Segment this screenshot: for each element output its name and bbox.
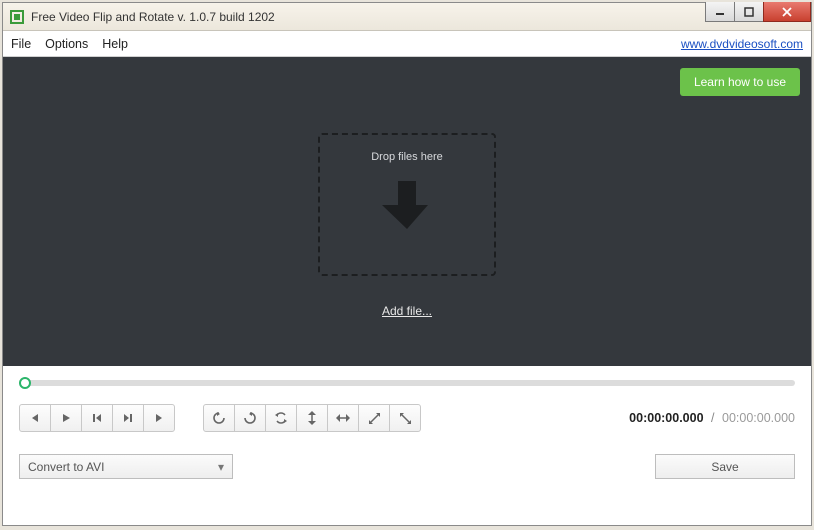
maximize-button[interactable] [734, 2, 764, 22]
time-separator: / [711, 411, 714, 425]
window-title: Free Video Flip and Rotate v. 1.0.7 buil… [31, 10, 275, 24]
seek-thumb[interactable] [19, 377, 31, 389]
bottom-row: Convert to AVI ▾ Save [3, 432, 811, 493]
time-total: 00:00:00.000 [722, 411, 795, 425]
seek-bar[interactable] [3, 366, 811, 386]
app-icon [9, 9, 25, 25]
time-current: 00:00:00.000 [629, 411, 703, 425]
window-buttons [706, 2, 811, 22]
drop-zone[interactable]: Drop files here [318, 133, 496, 276]
app-window: Free Video Flip and Rotate v. 1.0.7 buil… [2, 2, 812, 526]
website-link[interactable]: www.dvdvideosoft.com [681, 37, 803, 51]
rotate-cw-button[interactable] [234, 404, 266, 432]
next-frame-button[interactable] [112, 404, 144, 432]
titlebar: Free Video Flip and Rotate v. 1.0.7 buil… [3, 3, 811, 31]
prev-frame-button[interactable] [81, 404, 113, 432]
transform-group [203, 404, 421, 432]
chevron-down-icon: ▾ [218, 460, 224, 474]
format-select[interactable]: Convert to AVI ▾ [19, 454, 233, 479]
playback-group [19, 404, 175, 432]
video-canvas: Learn how to use Drop files here Add fil… [3, 57, 811, 366]
menu-file[interactable]: File [11, 37, 31, 51]
format-selected-label: Convert to AVI [28, 460, 104, 474]
seek-track[interactable] [19, 380, 795, 386]
save-button[interactable]: Save [655, 454, 795, 479]
menu-options[interactable]: Options [45, 37, 88, 51]
down-arrow-icon [382, 177, 432, 233]
rotate-180-button[interactable] [265, 404, 297, 432]
minimize-button[interactable] [705, 2, 735, 22]
menu-help[interactable]: Help [102, 37, 128, 51]
step-back-button[interactable] [19, 404, 51, 432]
diagonal-flip-1-button[interactable] [358, 404, 390, 432]
drop-text: Drop files here [371, 151, 443, 163]
step-forward-button[interactable] [143, 404, 175, 432]
rotate-ccw-button[interactable] [203, 404, 235, 432]
flip-vertical-button[interactable] [296, 404, 328, 432]
learn-button[interactable]: Learn how to use [680, 68, 800, 96]
controls-row: 00:00:00.000 / 00:00:00.000 [3, 386, 811, 432]
timecode: 00:00:00.000 / 00:00:00.000 [629, 411, 795, 425]
play-button[interactable] [50, 404, 82, 432]
close-button[interactable] [763, 2, 811, 22]
add-file-link[interactable]: Add file... [382, 304, 432, 318]
diagonal-flip-2-button[interactable] [389, 404, 421, 432]
flip-horizontal-button[interactable] [327, 404, 359, 432]
menubar: File Options Help www.dvdvideosoft.com [3, 31, 811, 57]
